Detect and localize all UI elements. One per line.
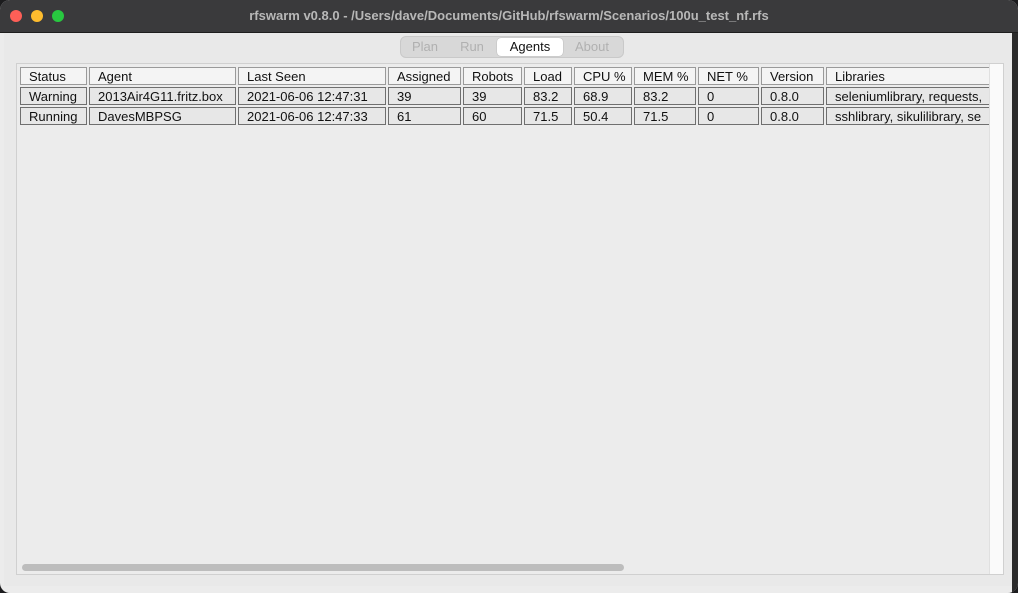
column-header-status[interactable]: Status (20, 67, 87, 85)
table-row[interactable]: Warning 2013Air4G11.fritz.box 2021-06-06 1… (20, 87, 1003, 107)
column-header-cpu[interactable]: CPU % (574, 67, 632, 85)
cell-last-seen: 2021-06-06 12:47:31 (238, 87, 386, 105)
cell-status: Warning (20, 87, 87, 105)
cell-load: 71.5 (524, 107, 572, 125)
cell-version: 0.8.0 (761, 87, 824, 105)
title-bar[interactable]: rfswarm v0.8.0 - /Users/dave/Documents/G… (0, 0, 1018, 33)
column-header-robots[interactable]: Robots (463, 67, 522, 85)
column-header-load[interactable]: Load (524, 67, 572, 85)
cell-mem: 83.2 (634, 87, 696, 105)
cell-cpu: 50.4 (574, 107, 632, 125)
cell-cpu: 68.9 (574, 87, 632, 105)
cell-version: 0.8.0 (761, 107, 824, 125)
table-header-row: Status Agent Last Seen Assigned Robots Load CP… (20, 67, 1003, 87)
column-header-assigned[interactable]: Assigned (388, 67, 461, 85)
cell-net: 0 (698, 107, 759, 125)
tab-plan[interactable]: Plan (403, 38, 447, 56)
column-header-agent[interactable]: Agent (89, 67, 236, 85)
app-window: rfswarm v0.8.0 - /Users/dave/Documents/G… (0, 0, 1018, 593)
cell-agent: 2013Air4G11.fritz.box (89, 87, 236, 105)
tab-agents[interactable]: Agents (497, 38, 563, 56)
horizontal-scroll-thumb[interactable] (22, 564, 624, 571)
cell-assigned: 39 (388, 87, 461, 105)
cell-last-seen: 2021-06-06 12:47:33 (238, 107, 386, 125)
cell-status: Running (20, 107, 87, 125)
vertical-scrollbar[interactable] (989, 64, 1003, 574)
cell-libraries: sshlibrary, sikulilibrary, se (826, 107, 1003, 125)
cell-robots: 39 (463, 87, 522, 105)
cell-agent: DavesMBPSG (89, 107, 236, 125)
window-edge (1012, 33, 1018, 593)
cell-load: 83.2 (524, 87, 572, 105)
window-title: rfswarm v0.8.0 - /Users/dave/Documents/G… (249, 8, 769, 23)
horizontal-scrollbar[interactable] (20, 561, 981, 573)
cell-net: 0 (698, 87, 759, 105)
tab-about[interactable]: About (563, 38, 621, 56)
tab-bar: Plan Run Agents About (400, 36, 624, 58)
tab-run[interactable]: Run (447, 38, 497, 56)
table-row[interactable]: Running DavesMBPSG 2021-06-06 12:47:33 61 60… (20, 107, 1003, 127)
column-header-mem[interactable]: MEM % (634, 67, 696, 85)
cell-libraries: seleniumlibrary, requests, (826, 87, 1003, 105)
agents-table: Status Agent Last Seen Assigned Robots Load CP… (16, 63, 1004, 575)
column-header-version[interactable]: Version (761, 67, 824, 85)
cell-robots: 60 (463, 107, 522, 125)
column-header-libraries[interactable]: Libraries (826, 67, 1003, 85)
cell-assigned: 61 (388, 107, 461, 125)
main-content: Plan Run Agents About Status Agent Last Se… (4, 33, 1012, 586)
column-header-last-seen[interactable]: Last Seen (238, 67, 386, 85)
cell-mem: 71.5 (634, 107, 696, 125)
column-header-net[interactable]: NET % (698, 67, 759, 85)
